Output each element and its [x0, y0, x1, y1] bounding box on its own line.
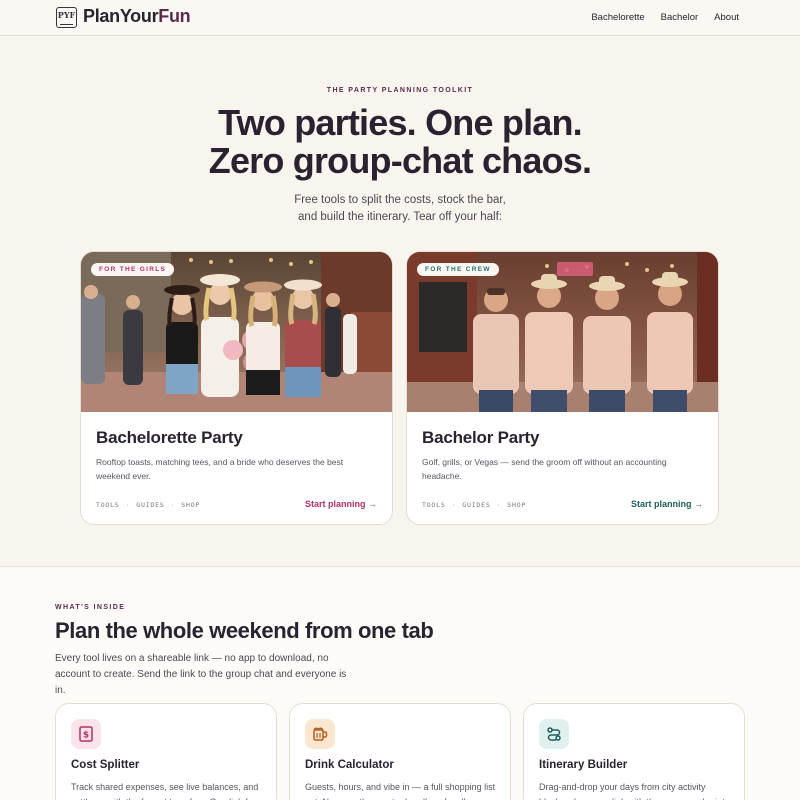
bachelor-link-guides[interactable]: GUIDES — [462, 501, 490, 509]
nav-link-bachelorette[interactable]: Bachelorette — [591, 12, 644, 23]
dollar-receipt-icon: $ — [71, 719, 101, 749]
logo-icon[interactable]: PYF — [56, 7, 77, 28]
bachelor-start-planning-link[interactable]: Start planning → — [631, 499, 703, 509]
svg-text:$: $ — [83, 731, 89, 741]
bachelorette-link-shop[interactable]: SHOP — [181, 501, 200, 509]
logo-wordmark[interactable]: PlanYourFun — [83, 6, 191, 27]
tool-card-drink-calculator[interactable]: Drink Calculator Guests, hours, and vibe… — [289, 703, 511, 800]
separator-dot: · — [496, 501, 502, 509]
hero-title: Two parties. One plan. Zero group-chat c… — [0, 104, 800, 180]
logo-wordmark-part1: PlanYour — [83, 6, 159, 26]
section-eyebrow: WHAT'S INSIDE — [55, 604, 126, 611]
bachelor-photo: FOR THE CREW — [407, 252, 718, 412]
bachelor-link-tools[interactable]: TOOLS — [422, 501, 446, 509]
bachelorette-link-tools[interactable]: TOOLS — [96, 501, 120, 509]
hero-title-line1: Two parties. One plan. — [218, 102, 583, 143]
tool-description: Guests, hours, and vibe in — a full shop… — [305, 782, 496, 800]
hero-title-line2: Zero group-chat chaos. — [208, 140, 592, 181]
hero-subtitle-line1: Free tools to split the costs, stock the… — [294, 194, 506, 206]
tool-description: Track shared expenses, see live balances… — [71, 782, 259, 800]
hero-subtitle: Free tools to split the costs, stock the… — [250, 192, 550, 226]
tool-card-cost-splitter[interactable]: $ Cost Splitter Track shared expenses, s… — [55, 703, 277, 800]
tool-description: Drag-and-drop your days from city activi… — [539, 782, 725, 800]
nav-link-about[interactable]: About — [714, 12, 739, 23]
tool-name: Itinerary Builder — [539, 759, 628, 771]
site-header: PYF PlanYourFun Bachelorette Bachelor Ab… — [0, 0, 800, 36]
whats-inside-section: WHAT'S INSIDE Plan the whole weekend fro… — [0, 566, 800, 800]
bachelorette-description: Rooftop toasts, matching tees, and a bri… — [96, 457, 344, 481]
bachelorette-photo: FOR THE GIRLS — [81, 252, 392, 412]
bachelorette-card[interactable]: FOR THE GIRLS Bachelorette Party Rooftop… — [80, 251, 393, 525]
section-title: Plan the whole weekend from one tab — [55, 618, 434, 643]
separator-dot: · — [451, 501, 457, 509]
bachelor-tag: FOR THE CREW — [417, 263, 499, 276]
bachelor-description: Golf, grills, or Vegas — send the groom … — [422, 457, 667, 481]
bachelor-card[interactable]: FOR THE CREW Bachelor Party Golf, grills… — [406, 251, 719, 525]
separator-dot: · — [170, 501, 176, 509]
section-subtitle-line1: Every tool lives on a shareable link — n… — [55, 653, 329, 664]
bachelorette-link-guides[interactable]: GUIDES — [136, 501, 164, 509]
bachelorette-title[interactable]: Bachelorette Party — [96, 428, 243, 448]
section-subtitle-line2: account to create. Send the link to the … — [55, 669, 347, 696]
section-subtitle: Every tool lives on a shareable link — n… — [55, 651, 355, 699]
nav-link-bachelor[interactable]: Bachelor — [661, 12, 699, 23]
bachelorette-links: TOOLS · GUIDES · SHOP — [96, 501, 200, 509]
bachelor-title[interactable]: Bachelor Party — [422, 428, 539, 448]
tool-card-itinerary-builder[interactable]: Itinerary Builder Drag-and-drop your day… — [523, 703, 745, 800]
bachelorette-tag: FOR THE GIRLS — [91, 263, 175, 276]
separator-dot: · — [125, 501, 131, 509]
beer-mug-icon — [305, 719, 335, 749]
bachelor-links: TOOLS · GUIDES · SHOP — [422, 501, 526, 509]
main-nav: Bachelorette Bachelor About — [591, 12, 739, 23]
logo-wordmark-part2: Fun — [158, 6, 191, 26]
hero-subtitle-line2: and build the itinerary. Tear off your h… — [298, 211, 502, 223]
route-icon — [539, 719, 569, 749]
bachelor-link-shop[interactable]: SHOP — [507, 501, 526, 509]
bachelorette-start-planning-link[interactable]: Start planning → — [305, 499, 377, 509]
tool-name: Cost Splitter — [71, 759, 140, 771]
tool-name: Drink Calculator — [305, 759, 394, 771]
hero-eyebrow: THE PARTY PLANNING TOOLKIT — [326, 87, 474, 94]
